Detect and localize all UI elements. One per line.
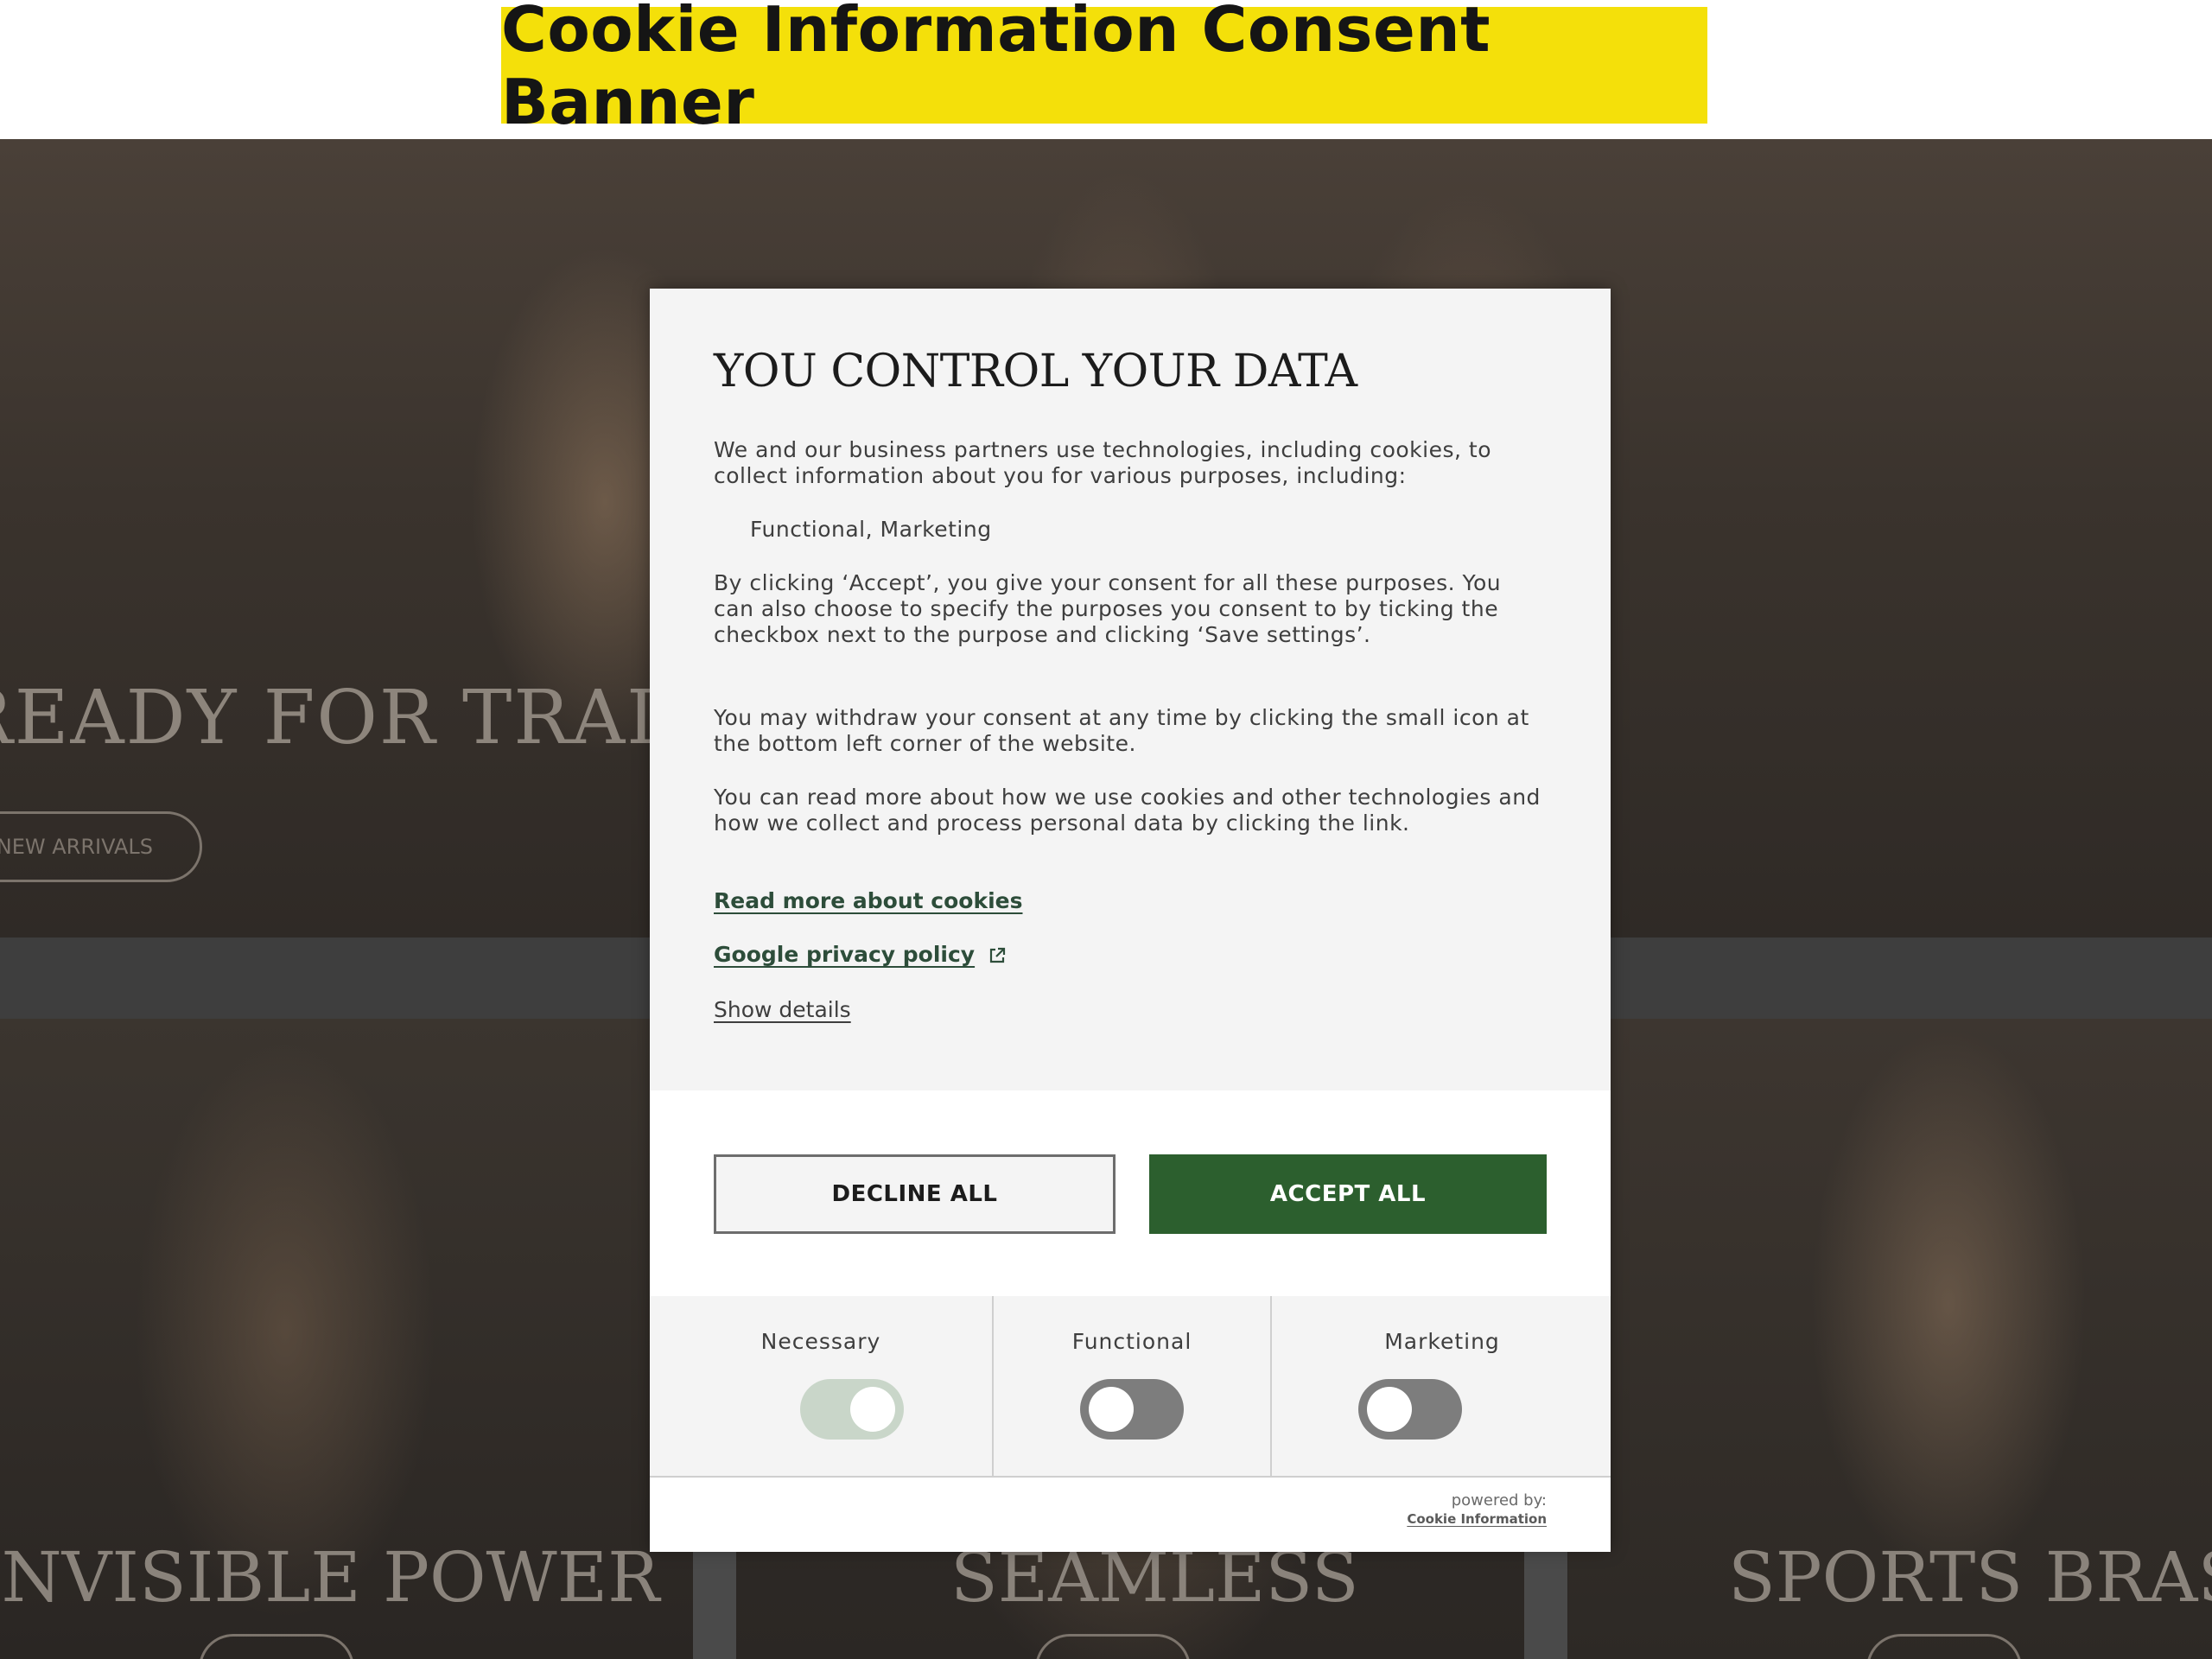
marketing-switch[interactable]	[1358, 1379, 1462, 1440]
toggle-functional: Functional	[992, 1296, 1270, 1476]
external-link-icon	[989, 947, 1006, 963]
toggle-marketing: Marketing	[1270, 1296, 1612, 1476]
dialog-footer: powered by: Cookie Information	[650, 1476, 1611, 1552]
consent-text: By clicking ‘Accept’, you give your cons…	[714, 570, 1502, 647]
tile-button[interactable]	[1866, 1634, 2022, 1659]
caption-banner: Cookie Information Consent Banner	[501, 0, 1707, 138]
tile-title: INVISIBLE POWER	[0, 1537, 660, 1618]
caption-strip: Cookie Information Consent Banner	[0, 0, 2212, 139]
functional-switch[interactable]	[1080, 1379, 1184, 1440]
intro-text: We and our business partners use technol…	[714, 437, 1492, 488]
toggle-label: Functional	[1071, 1329, 1192, 1354]
product-tile-sports-bras[interactable]: SPORTS BRAS	[1568, 1019, 2212, 1659]
cookie-consent-dialog: YOU CONTROL YOUR DATA We and our busines…	[650, 289, 1611, 1552]
dialog-title: YOU CONTROL YOUR DATA	[714, 346, 1357, 397]
purposes-list: Functional, Marketing	[750, 517, 992, 542]
powered-by-label: powered by:	[1451, 1491, 1547, 1510]
withdraw-text: You may withdraw your consent at any tim…	[714, 705, 1529, 756]
tile-title: SPORTS BRAS	[1728, 1537, 2212, 1618]
tile-button[interactable]	[1035, 1634, 1191, 1659]
toggle-necessary: Necessary	[650, 1296, 992, 1476]
show-details-link[interactable]: Show details	[714, 997, 851, 1022]
tile-button[interactable]	[199, 1634, 354, 1659]
read-more-info-text: You can read more about how we use cooki…	[714, 785, 1541, 836]
decline-all-button[interactable]: DECLINE ALL	[714, 1154, 1116, 1234]
accept-all-button[interactable]: ACCEPT ALL	[1149, 1154, 1547, 1234]
toggle-label: Necessary	[760, 1329, 881, 1354]
toggle-label: Marketing	[1384, 1329, 1500, 1354]
powered-by: powered by: Cookie Information	[1407, 1491, 1547, 1527]
product-tile-invisible-power[interactable]: INVISIBLE POWER	[0, 1019, 693, 1659]
new-arrivals-button[interactable]: NEW ARRIVALS	[0, 811, 202, 882]
read-more-cookies-link[interactable]: Read more about cookies	[714, 888, 1022, 913]
purpose-toggles: Necessary Functional Marketing	[650, 1296, 1611, 1476]
button-area: DECLINE ALL ACCEPT ALL	[650, 1090, 1611, 1296]
necessary-switch	[800, 1379, 904, 1440]
consent-body: YOU CONTROL YOUR DATA We and our busines…	[650, 289, 1611, 1090]
google-privacy-policy-link[interactable]: Google privacy policy	[714, 942, 975, 967]
cookie-information-link[interactable]: Cookie Information	[1407, 1511, 1547, 1527]
